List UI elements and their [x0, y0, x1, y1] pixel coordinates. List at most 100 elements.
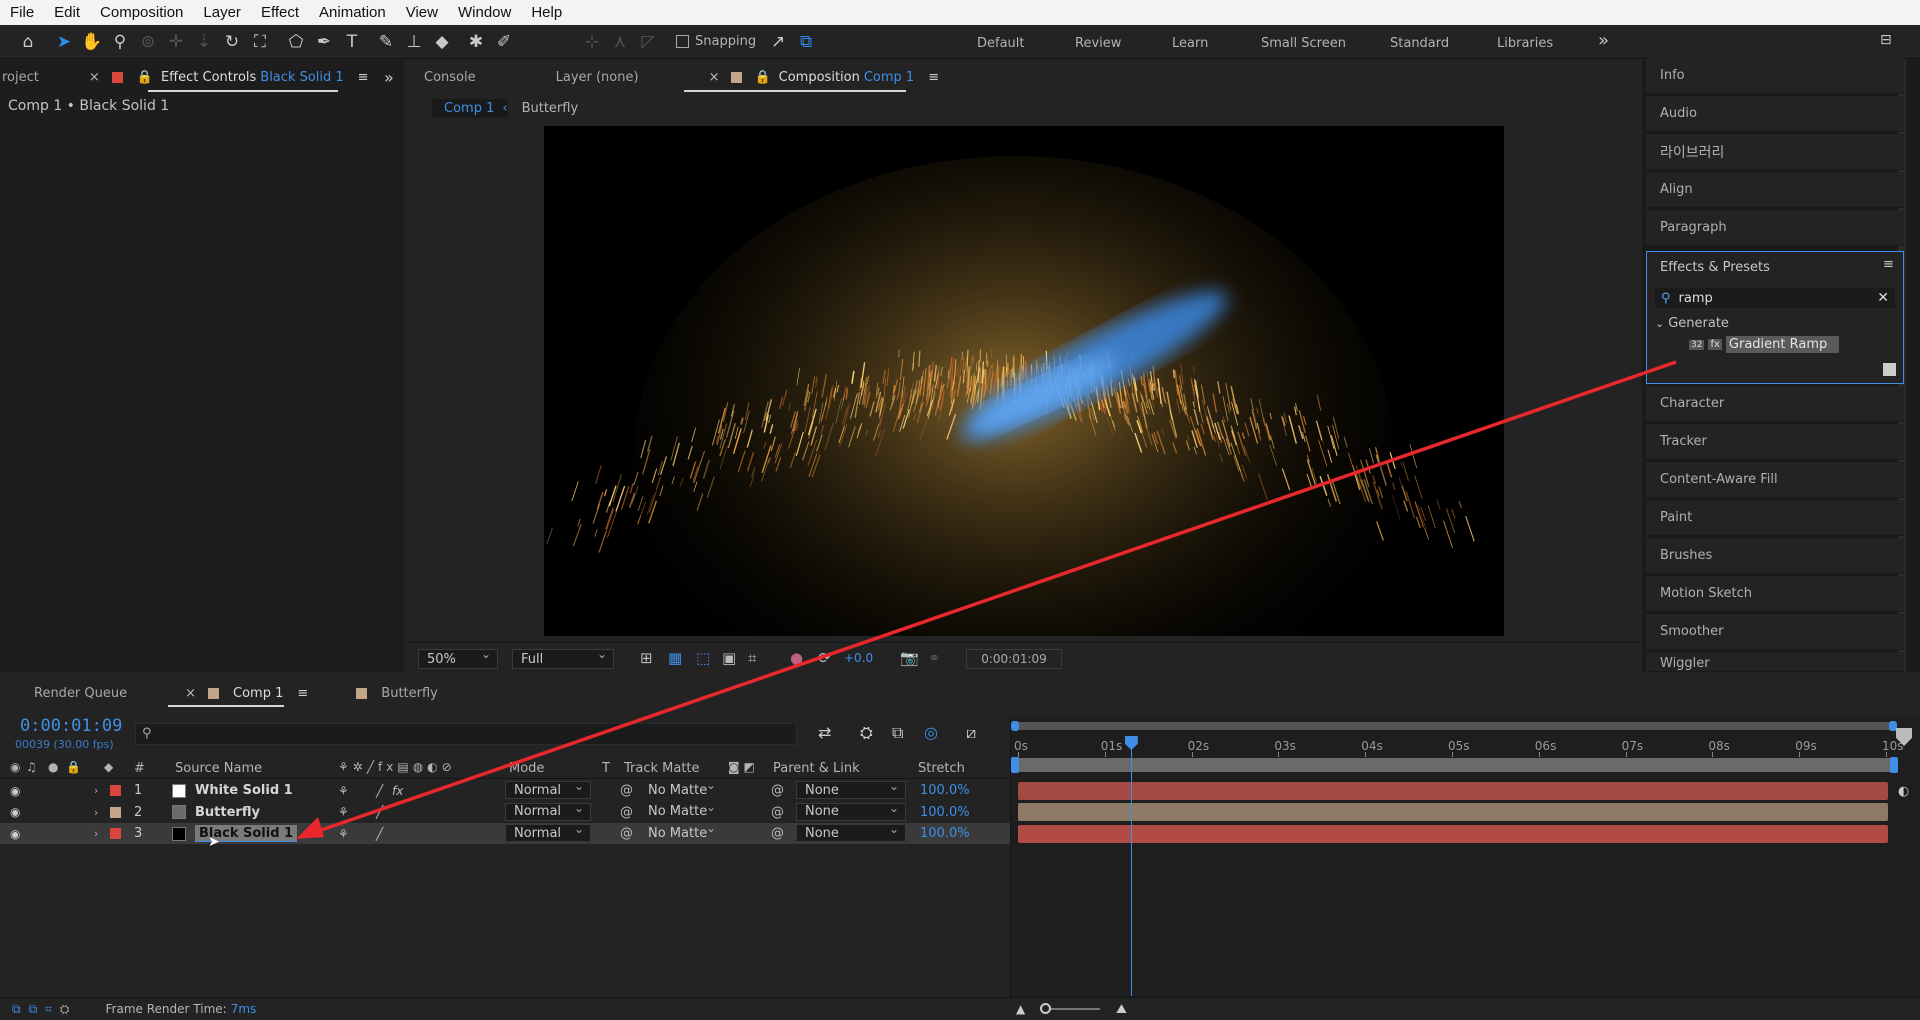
panel-paint[interactable]: Paint [1646, 500, 1904, 536]
label-tag-icon[interactable]: ◆ [104, 760, 113, 774]
panel-menu-icon[interactable]: ≡ [358, 70, 369, 85]
panel-tracker[interactable]: Tracker [1646, 424, 1904, 460]
work-area-start[interactable] [1011, 757, 1019, 773]
visibility-eye-icon[interactable]: ◉ [10, 823, 20, 844]
grid-guides-icon[interactable]: ⌗ [748, 649, 756, 667]
workspace-standard[interactable]: Standard [1390, 36, 1449, 51]
panel-info[interactable]: Info [1646, 58, 1904, 94]
panel-brushes[interactable]: Brushes [1646, 538, 1904, 574]
home-icon[interactable]: ⌂ [14, 29, 42, 55]
close-icon[interactable]: × [89, 70, 100, 85]
zoom-dropdown[interactable]: 50% [418, 647, 498, 669]
layer-label-color[interactable] [110, 780, 121, 801]
shy-switch-icon[interactable]: ⚘ [338, 802, 349, 823]
layer-mode-dropdown[interactable]: Normal [505, 822, 591, 842]
column-parent-link[interactable]: Parent & Link [773, 761, 860, 776]
breadcrumb-butterfly[interactable]: Butterfly [522, 101, 579, 116]
axis-view-icon[interactable]: ◸ [634, 29, 662, 55]
menu-composition[interactable]: Composition [90, 4, 193, 21]
panel-smoother[interactable]: Smoother [1646, 614, 1904, 650]
resolution-dropdown[interactable]: Full [512, 647, 614, 669]
in-out-toggle-icon[interactable]: ⌗ [45, 1002, 52, 1017]
close-icon[interactable]: × [185, 686, 196, 701]
track-matte-dropdown[interactable]: No Matte [640, 800, 722, 821]
chevron-right-icon[interactable]: › [94, 802, 98, 823]
layer-label-color[interactable] [110, 823, 121, 844]
rotation-tool-icon[interactable]: ↻ [218, 29, 246, 55]
pan-camera-icon[interactable]: ✛ [162, 29, 190, 55]
parent-dropdown[interactable]: None [796, 822, 906, 842]
panel-audio[interactable]: Audio [1646, 96, 1904, 132]
exposure-value[interactable]: +0.0 [844, 651, 873, 665]
shy-switch-icon[interactable]: ⚘ [338, 823, 349, 844]
fx-switch-icon[interactable]: fx [392, 780, 403, 801]
parent-dropdown[interactable]: None [796, 801, 906, 821]
layer-duration-bar[interactable] [1018, 803, 1888, 821]
column-stretch[interactable]: Stretch [918, 761, 965, 776]
workspace-libraries[interactable]: Libraries [1497, 36, 1553, 51]
panel-character[interactable]: Character [1646, 386, 1904, 422]
visibility-eye-icon[interactable]: ◉ [10, 802, 20, 823]
layer-switches-toggle-icon[interactable]: ⧉ [12, 1002, 21, 1017]
playhead[interactable] [1124, 736, 1138, 996]
roto-brush-tool-icon[interactable]: ✱ [462, 29, 490, 55]
shy-switch-icon[interactable]: ⚘ [338, 780, 349, 801]
zoom-out-icon[interactable]: ▲ [1016, 1002, 1025, 1016]
panel-menu-icon[interactable]: ≡ [297, 686, 308, 701]
lock-icon[interactable]: 🔒 [137, 70, 153, 85]
tab-layer[interactable]: Layer (none) [546, 70, 649, 85]
zoom-tool-icon[interactable]: ⚲ [106, 29, 134, 55]
time-navigator[interactable] [1012, 722, 1896, 730]
layer-stretch[interactable]: 100.0% [920, 823, 970, 844]
channel-icon[interactable]: ● [790, 649, 803, 667]
orbit-camera-icon[interactable]: ⊚ [134, 29, 162, 55]
audio-switch-icon[interactable]: ♫ [26, 760, 37, 774]
effect-gradient-ramp[interactable]: 32 fx Gradient Ramp [1689, 336, 1840, 353]
eraser-tool-icon[interactable]: ◆ [428, 29, 456, 55]
parent-pickwhip-icon[interactable]: @ [771, 823, 784, 844]
axis-local-icon[interactable]: ⊹ [578, 29, 606, 55]
lock-icon[interactable]: 🔒 [754, 70, 770, 85]
snap-target-icon[interactable]: ⧉ [792, 29, 820, 55]
layer-name[interactable]: Butterfly [195, 802, 260, 823]
axis-world-icon[interactable]: ⋏ [606, 29, 634, 55]
lock-switch-icon[interactable]: 🔒 [66, 760, 81, 774]
workspace-menu-icon[interactable]: ⊟ [1880, 32, 1892, 48]
workspace-review[interactable]: Review [1075, 36, 1121, 51]
panel-wiggler[interactable]: Wiggler [1646, 652, 1904, 672]
mask-visibility-icon[interactable]: ⬚ [696, 649, 710, 667]
workspace-default[interactable]: Default [977, 36, 1025, 51]
column-source-name[interactable]: Source Name [175, 761, 262, 776]
motion-blur-icon[interactable]: ◎ [924, 723, 938, 742]
selection-tool-icon[interactable]: ➤ [50, 29, 78, 55]
layer-row[interactable]: ◉ › 3 Black Solid 1 ⚘ ╱ Normal @ No Matt… [0, 821, 1010, 844]
frame-blending-icon[interactable]: ⧉ [892, 723, 903, 743]
menu-edit[interactable]: Edit [44, 4, 90, 21]
layer-stretch[interactable]: 100.0% [920, 780, 970, 801]
panel-align[interactable]: Align [1646, 172, 1904, 208]
close-icon[interactable]: × [709, 70, 720, 85]
transparency-grid-icon[interactable]: ▦ [668, 649, 682, 667]
menu-help[interactable]: Help [521, 4, 572, 21]
type-tool-icon[interactable]: T [338, 29, 366, 55]
tab-effect-controls[interactable]: Effect Controls [153, 70, 260, 85]
snapping-checkbox[interactable] [676, 35, 689, 48]
graph-editor-icon[interactable]: ⧄ [966, 723, 976, 743]
visibility-eye-icon[interactable]: ◉ [10, 780, 20, 801]
layer-stretch[interactable]: 100.0% [920, 802, 970, 823]
track-matte-dropdown[interactable]: No Matte [640, 778, 722, 799]
quality-switch-icon[interactable]: ╱ [376, 780, 383, 801]
viewer-timecode[interactable]: 0:00:01:09 [966, 649, 1062, 669]
time-zoom-handle[interactable] [1040, 1003, 1051, 1014]
clone-stamp-tool-icon[interactable]: ⊥ [400, 29, 428, 55]
composition-viewer[interactable] [544, 126, 1504, 636]
chevron-right-icon[interactable]: › [94, 780, 98, 801]
tab-project[interactable]: roject [0, 70, 49, 85]
column-track-matte[interactable]: Track Matte [624, 761, 700, 776]
navigator-end-handle[interactable] [1889, 721, 1897, 731]
menu-layer[interactable]: Layer [193, 4, 251, 21]
reset-exposure-icon[interactable]: ⟳ [818, 649, 831, 667]
region-of-interest-icon[interactable]: ▣ [722, 649, 736, 667]
work-area-end[interactable] [1890, 757, 1898, 773]
panel-libraries-kr[interactable]: 라이브러리 [1646, 134, 1904, 170]
